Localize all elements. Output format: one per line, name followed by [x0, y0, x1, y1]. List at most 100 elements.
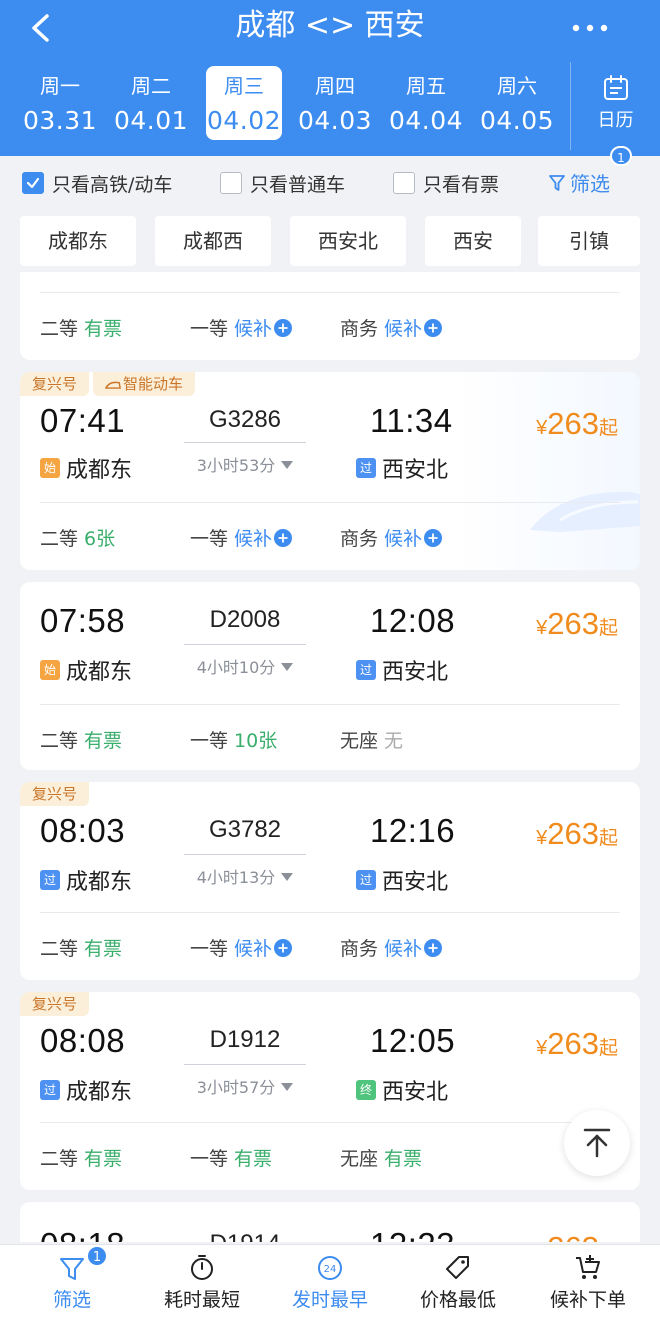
- station-chip[interactable]: 引镇: [538, 216, 640, 266]
- pass-badge: 过: [356, 660, 376, 680]
- train-card[interactable]: 复兴号 08:03 G3782 4小时13分 12:16 过 成都东 过 西安北…: [20, 782, 640, 980]
- train-card[interactable]: 二等 有票 一等 候补 商务 候补: [20, 272, 640, 360]
- train-card[interactable]: 复兴号 智能动车 07:41 G3286 3小时53分 11:34 始 成都东 …: [20, 372, 640, 570]
- pass-badge: 过: [356, 458, 376, 478]
- high-speed-only-checkbox[interactable]: 只看高铁/动车: [22, 170, 172, 196]
- station-chip[interactable]: 成都东: [20, 216, 136, 266]
- checkbox-empty-icon: [393, 172, 415, 194]
- seat-info: 无座 无: [340, 730, 404, 752]
- seat-info: 二等 有票: [40, 1148, 123, 1170]
- date-item[interactable]: 周五 04.04: [388, 66, 464, 140]
- date-item[interactable]: 周四 04.03: [297, 66, 373, 140]
- caret-down-icon: [281, 1083, 294, 1091]
- train-list[interactable]: 二等 有票 一等 候补 商务 候补 复兴号 智能动车 07:41 G3286 3…: [20, 272, 640, 1242]
- train-number: D1912: [209, 1026, 281, 1053]
- arrival-station: 过 西安北: [356, 654, 448, 686]
- train-card[interactable]: 复兴号 08:08 D1912 3小时57分 12:05 过 成都东 终 西安北…: [20, 992, 640, 1190]
- train-icon: [105, 381, 121, 389]
- duration[interactable]: 4小时13分: [184, 864, 306, 888]
- date-item[interactable]: 周一 03.31: [22, 66, 98, 140]
- plus-circle-icon[interactable]: [274, 938, 293, 957]
- seat-value: 有票: [84, 318, 123, 340]
- price: ¥263起: [536, 1230, 618, 1242]
- origin-badge: 始: [40, 458, 60, 478]
- plus-circle-icon[interactable]: [424, 318, 443, 337]
- more-button[interactable]: [568, 8, 612, 48]
- sort-earliest-label: 发时最早: [291, 1289, 368, 1311]
- caret-down-icon: [281, 461, 294, 469]
- stopwatch-icon: [191, 1255, 213, 1280]
- date-value: 04.04: [388, 106, 464, 135]
- date-weekday: 周二: [131, 74, 171, 98]
- arrival-time: 12:05: [370, 1022, 456, 1059]
- plus-circle-icon[interactable]: [424, 938, 443, 957]
- seat-info: 无座 有票: [340, 1148, 423, 1170]
- normal-train-only-checkbox[interactable]: 只看普通车: [220, 170, 345, 196]
- train-number: D2008: [209, 606, 281, 633]
- caret-down-icon: [281, 873, 294, 881]
- station-chip[interactable]: 成都西: [155, 216, 271, 266]
- price: ¥263起: [536, 816, 618, 851]
- arrival-time: 12:16: [370, 812, 456, 849]
- sort-earliest-button[interactable]: 24 发时最早: [264, 1245, 396, 1318]
- train-tags: 复兴号: [20, 782, 93, 806]
- sort-shortest-button[interactable]: 耗时最短: [136, 1245, 268, 1318]
- seat-label: 商务: [340, 318, 379, 340]
- sort-cheapest-button[interactable]: 价格最低: [392, 1245, 524, 1318]
- arrival-station: 终 西安北: [356, 1074, 448, 1106]
- pass-badge: 过: [356, 870, 376, 890]
- departure-time: 08:03: [40, 812, 126, 849]
- date-weekday: 周六: [497, 74, 537, 98]
- plus-circle-icon[interactable]: [274, 528, 293, 547]
- fuxing-tag: 复兴号: [20, 992, 90, 1016]
- station-chip[interactable]: 西安北: [290, 216, 406, 266]
- plus-circle-icon[interactable]: [424, 528, 443, 547]
- waitlist-order-button[interactable]: 候补下单: [522, 1245, 654, 1318]
- bottom-filter-button[interactable]: 筛选 1: [6, 1245, 138, 1318]
- date-item[interactable]: 周二 04.01: [113, 66, 189, 140]
- divider: [40, 1122, 620, 1123]
- date-item-selected[interactable]: 周三 04.02: [206, 66, 282, 140]
- train-card[interactable]: 08:18 D1914 12:23 ¥263起: [20, 1202, 640, 1242]
- duration[interactable]: 4小时10分: [184, 654, 306, 678]
- train-number: D1914: [184, 1230, 306, 1242]
- duration[interactable]: 3小时57分: [184, 1074, 306, 1098]
- header-bar: 成都 <> 西安 周一 03.31 周二 04.01 周三 04.02 周四 0…: [0, 0, 660, 156]
- price-tag-icon: [446, 1256, 469, 1279]
- more-dots-icon: [572, 24, 608, 32]
- checkbox-checked-icon: [22, 172, 44, 194]
- funnel-icon: [549, 174, 565, 191]
- departure-station: 过 成都东: [40, 864, 132, 896]
- arrival-station: 过 西安北: [356, 864, 448, 896]
- back-to-top-button[interactable]: [564, 1110, 630, 1176]
- train-line: [184, 644, 306, 645]
- train-card[interactable]: 07:58 D2008 4小时10分 12:08 始 成都东 过 西安北 ¥26…: [20, 582, 640, 770]
- sort-cheapest-label: 价格最低: [419, 1289, 496, 1311]
- departure-time: 08:08: [40, 1022, 126, 1059]
- plus-circle-icon[interactable]: [274, 318, 293, 337]
- seat-info: 二等 有票: [40, 314, 122, 341]
- arrival-time: 11:34: [370, 402, 453, 439]
- station-chip[interactable]: 西安: [425, 216, 521, 266]
- cart-plus-icon: [576, 1255, 600, 1279]
- duration[interactable]: 3小时53分: [184, 452, 306, 476]
- date-value: 04.03: [297, 106, 373, 135]
- seat-info: 商务 候补: [340, 314, 443, 341]
- seat-info: 二等 6张: [40, 528, 116, 550]
- departure-station: 始 成都东: [40, 452, 132, 484]
- fuxing-tag: 复兴号: [20, 372, 90, 396]
- available-only-checkbox[interactable]: 只看有票: [393, 170, 499, 196]
- calendar-button[interactable]: 日历: [570, 62, 660, 150]
- filter-link-button[interactable]: 筛选: [548, 168, 610, 197]
- arrow-up-icon: [583, 1128, 611, 1158]
- caret-down-icon: [281, 663, 294, 671]
- price: ¥263起: [536, 406, 618, 441]
- clock-24-text: 24: [324, 1264, 337, 1275]
- price: ¥263起: [536, 606, 618, 641]
- arrival-time: 12:23: [370, 1226, 455, 1242]
- divider: [40, 502, 620, 503]
- fuxing-tag: 复兴号: [20, 782, 90, 806]
- departure-time: 07:41: [40, 402, 126, 439]
- date-item[interactable]: 周六 04.05: [479, 66, 555, 140]
- train-number: G3782: [208, 816, 282, 843]
